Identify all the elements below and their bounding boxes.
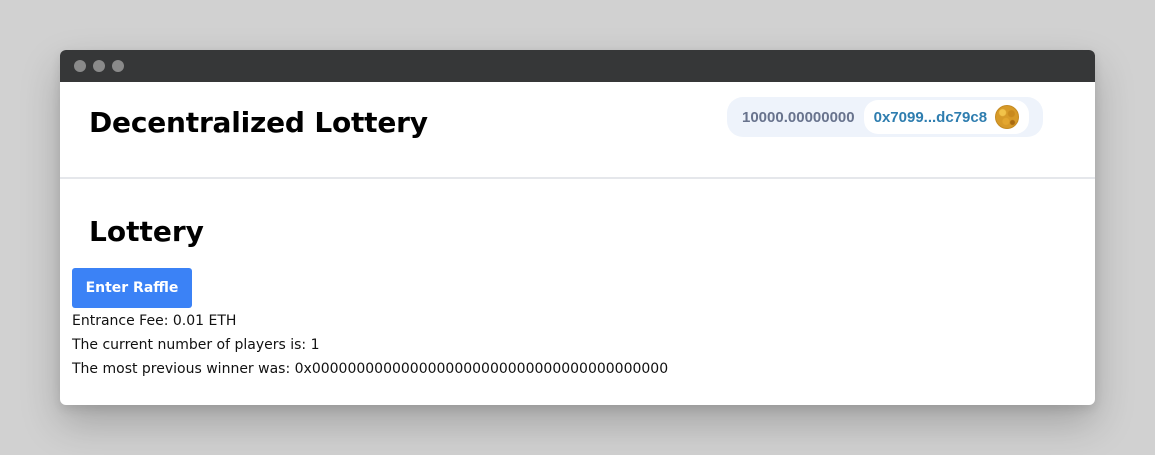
entrance-fee-text: Entrance Fee: 0.01 ETH xyxy=(72,313,237,329)
enter-raffle-button[interactable]: Enter Raffle xyxy=(72,268,192,308)
window-titlebar xyxy=(60,50,1095,82)
lottery-section: Lottery Enter Raffle Entrance Fee: 0.01 … xyxy=(60,179,1095,405)
browser-window: Decentralized Lottery 10000.00000000 0x7… xyxy=(60,50,1095,405)
app-title: Decentralized Lottery xyxy=(89,106,428,139)
window-close-dot-icon[interactable] xyxy=(74,60,86,72)
players-count-text: The current number of players is: 1 xyxy=(72,337,320,353)
wallet-balance: 10000.00000000 xyxy=(742,108,855,126)
window-minimize-dot-icon[interactable] xyxy=(93,60,105,72)
previous-winner-text: The most previous winner was: 0x00000000… xyxy=(72,361,669,377)
wallet-connect-button[interactable]: 10000.00000000 0x7099...dc79c8 xyxy=(727,97,1043,137)
app-header: Decentralized Lottery 10000.00000000 0x7… xyxy=(60,82,1095,179)
wallet-address-pill[interactable]: 0x7099...dc79c8 xyxy=(863,100,1030,134)
wallet-avatar-icon xyxy=(995,105,1020,129)
window-maximize-dot-icon[interactable] xyxy=(112,60,124,72)
wallet-address: 0x7099...dc79c8 xyxy=(873,108,988,126)
lottery-heading: Lottery xyxy=(89,215,204,248)
